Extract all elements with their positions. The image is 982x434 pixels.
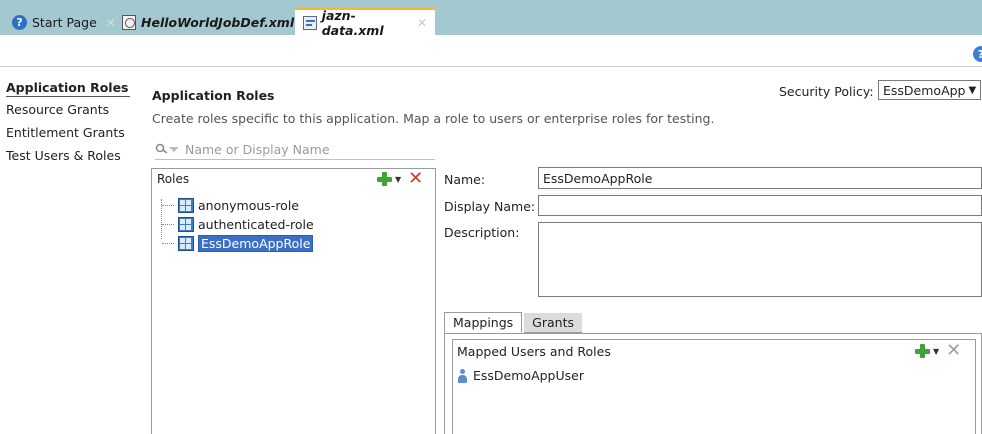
name-value: EssDemoAppRole — [543, 170, 653, 186]
search-placeholder: Name or Display Name — [185, 141, 330, 157]
delete-icon[interactable]: ✕ — [946, 342, 961, 360]
add-icon[interactable] — [914, 343, 930, 359]
roles-header-label: Roles — [157, 172, 190, 186]
roles-toolbar: ▼ ✕ — [376, 170, 423, 188]
tab-label: Start Page — [32, 15, 97, 30]
mappings-toolbar: ▼ ✕ — [914, 342, 961, 360]
delete-icon[interactable]: ✕ — [408, 170, 423, 188]
tab-start-page[interactable]: ? Start Page ✕ — [4, 10, 124, 35]
add-icon[interactable] — [376, 171, 392, 187]
nav-resource-grants[interactable]: Resource Grants — [6, 102, 109, 117]
dropdown-arrow-icon[interactable]: ▼ — [395, 175, 401, 184]
tab-mappings[interactable]: Mappings — [444, 312, 523, 333]
page-title: Application Roles — [152, 88, 275, 103]
role-icon — [178, 217, 194, 232]
role-icon — [178, 198, 194, 213]
role-item-essdemoapprole[interactable]: EssDemoAppRole — [162, 234, 314, 253]
subtab-bar: Mappings Grants — [444, 312, 582, 333]
chevron-down-icon: ▼ — [968, 84, 977, 96]
role-label: EssDemoAppRole — [198, 235, 314, 252]
nav-entitlement-grants[interactable]: Entitlement Grants — [6, 125, 125, 140]
security-policy-value: EssDemoApp — [883, 82, 966, 98]
description-label: Description: — [444, 225, 520, 240]
description-field[interactable] — [538, 222, 982, 297]
search-field[interactable]: Name or Display Name — [155, 139, 435, 160]
role-label: anonymous-role — [198, 198, 299, 213]
mapped-user-label: EssDemoAppUser — [473, 368, 584, 383]
help-icon[interactable]: ? — [973, 46, 982, 62]
user-icon — [458, 368, 467, 383]
role-icon — [178, 236, 194, 251]
help-circle-icon: ? — [12, 15, 27, 30]
display-name-field[interactable] — [538, 195, 982, 216]
tab-label: HelloWorldJobDef.xml — [141, 15, 295, 30]
page-description: Create roles specific to this applicatio… — [152, 111, 715, 126]
search-icon — [155, 143, 179, 155]
name-field[interactable]: EssDemoAppRole — [538, 167, 982, 189]
name-label: Name: — [444, 172, 486, 187]
policy-file-icon — [303, 15, 317, 30]
tab-grants[interactable]: Grants — [524, 313, 582, 333]
display-name-label: Display Name: — [444, 199, 536, 214]
close-icon[interactable]: ✕ — [417, 16, 427, 30]
tab-helloworld-jobdef[interactable]: HelloWorldJobDef.xml ✕ — [114, 10, 321, 35]
security-policy-select[interactable]: EssDemoApp ▼ — [878, 80, 981, 100]
tab-label: jazn-data.xml — [321, 7, 384, 38]
nav-application-roles[interactable]: Application Roles — [6, 80, 130, 97]
security-policy-label: Security Policy: — [779, 84, 874, 99]
job-definition-icon — [122, 15, 136, 30]
tab-jazn-data[interactable]: jazn-data.xml ✕ — [295, 7, 435, 38]
role-item-authenticated[interactable]: authenticated-role — [162, 215, 314, 234]
mapped-user-item[interactable]: EssDemoAppUser — [458, 368, 584, 383]
role-label: authenticated-role — [198, 217, 314, 232]
nav-test-users-roles[interactable]: Test Users & Roles — [6, 148, 121, 163]
mapped-users-header-label: Mapped Users and Roles — [457, 343, 611, 359]
role-item-anonymous[interactable]: anonymous-role — [162, 196, 314, 215]
mapped-users-header: Mapped Users and Roles — [452, 339, 976, 363]
dropdown-arrow-icon[interactable]: ▼ — [933, 347, 939, 356]
divider — [0, 66, 982, 67]
roles-tree: anonymous-role authenticated-role EssDem… — [162, 196, 314, 253]
